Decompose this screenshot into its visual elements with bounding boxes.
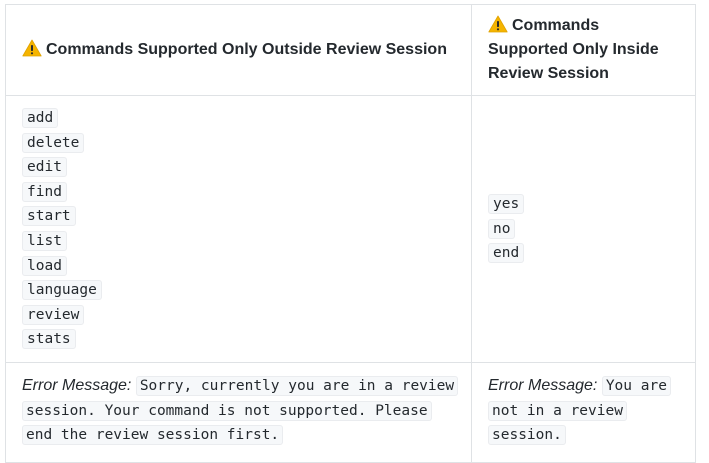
command-code: end — [488, 243, 525, 264]
command-code: stats — [22, 329, 76, 350]
list-item: end — [488, 241, 679, 266]
outside-error-cell: Error Message: Sorry, currently you are … — [5, 362, 472, 463]
command-code: list — [22, 231, 67, 251]
command-code: start — [22, 206, 76, 227]
list-item: review — [22, 303, 455, 328]
command-code: delete — [22, 132, 85, 153]
command-code: review — [22, 304, 85, 325]
outside-commands-cell: add delete edit find start list load lan… — [5, 95, 472, 363]
outside-error-message: Error Message: Sorry, currently you are … — [22, 374, 459, 448]
command-code: language — [22, 280, 102, 301]
error-message-row: Error Message: Sorry, currently you are … — [5, 362, 696, 463]
list-item: yes — [488, 192, 679, 217]
command-code: find — [22, 181, 67, 202]
list-item: list — [22, 229, 455, 254]
inside-error-cell: Error Message: You are not in a review s… — [471, 362, 696, 463]
warning-icon — [488, 15, 508, 33]
header-inside-review: Commands Supported Only Inside Review Se… — [471, 4, 696, 96]
header-outside-label: Commands Supported Only Outside Review S… — [46, 41, 447, 58]
list-item: add — [22, 106, 455, 131]
command-code: yes — [488, 194, 525, 215]
table-header-row: Commands Supported Only Outside Review S… — [5, 4, 696, 96]
list-item: delete — [22, 131, 455, 156]
outside-command-list: add delete edit find start list load lan… — [22, 106, 455, 352]
list-item: no — [488, 217, 679, 242]
command-code: add — [22, 108, 59, 129]
list-item: find — [22, 180, 455, 205]
error-label: Error Message: — [488, 377, 598, 394]
inside-command-list: yes no end — [488, 192, 679, 266]
list-item: stats — [22, 327, 455, 352]
list-item: load — [22, 254, 455, 279]
command-code: no — [488, 218, 516, 239]
list-item: edit — [22, 155, 455, 180]
list-item: language — [22, 278, 455, 303]
inside-commands-cell: yes no end — [471, 95, 696, 363]
commands-table: Commands Supported Only Outside Review S… — [5, 4, 696, 463]
inside-error-message: Error Message: You are not in a review s… — [488, 374, 679, 448]
header-inside-label: Commands Supported Only Inside Review Se… — [488, 17, 659, 82]
warning-icon — [22, 39, 42, 57]
header-outside-review: Commands Supported Only Outside Review S… — [5, 4, 472, 96]
commands-row: add delete edit find start list load lan… — [5, 95, 696, 363]
list-item: start — [22, 204, 455, 229]
command-code: edit — [22, 157, 67, 178]
error-label: Error Message: — [22, 377, 132, 394]
command-code: load — [22, 255, 67, 276]
